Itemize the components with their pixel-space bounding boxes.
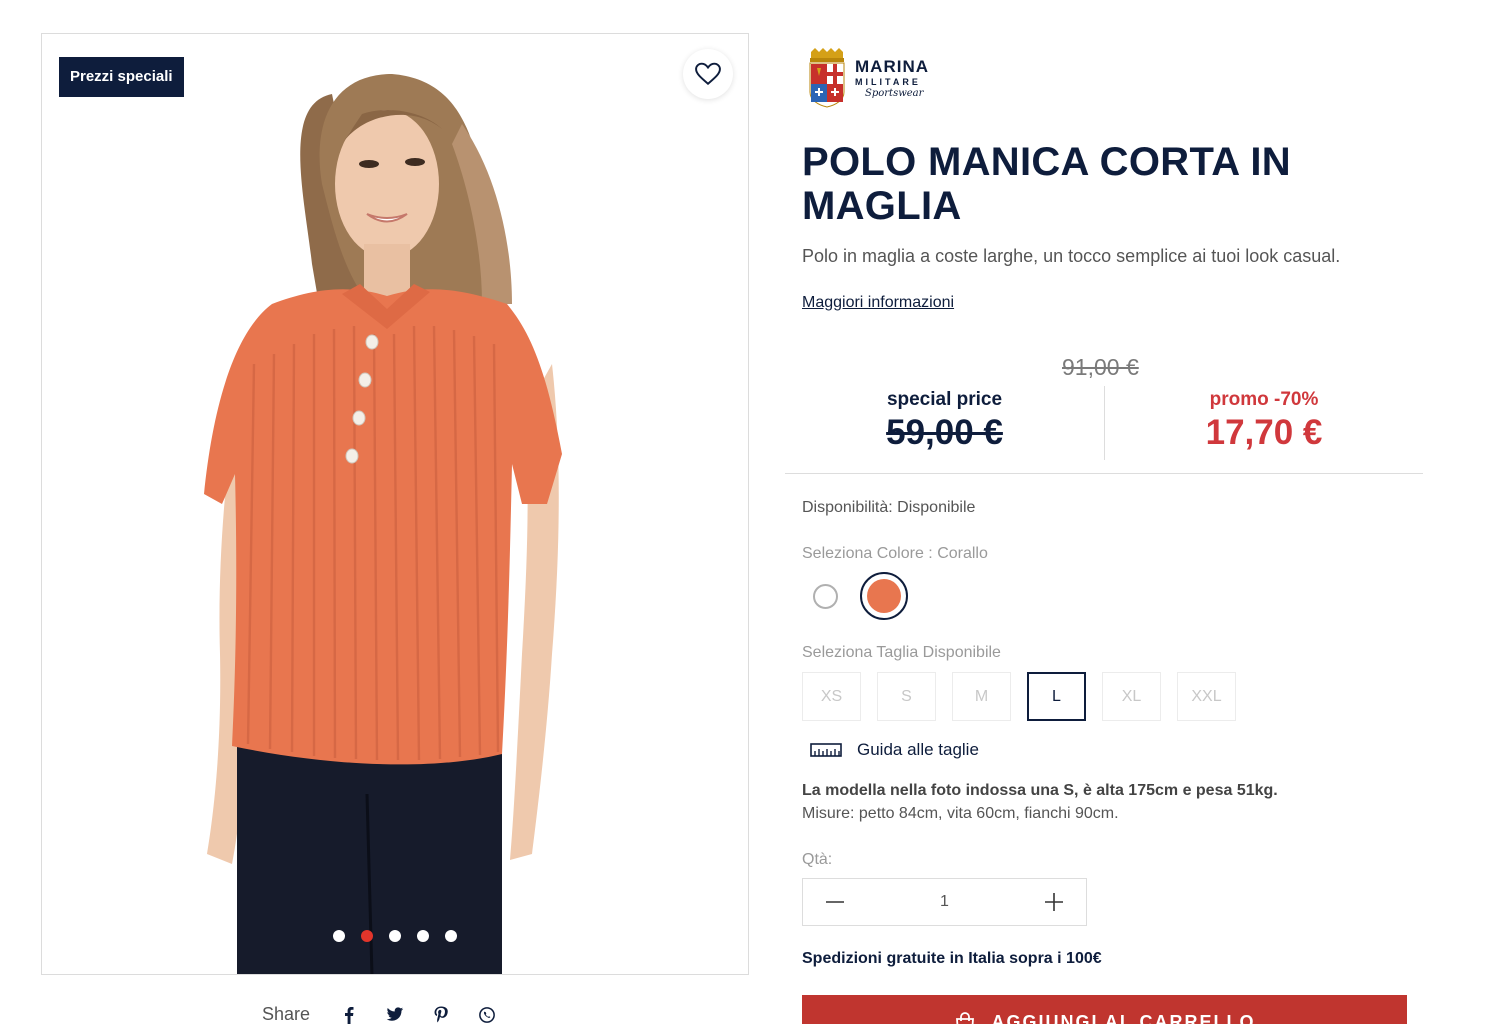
size-option-xl[interactable]: XL: [1102, 672, 1161, 721]
availability-text: Disponibilità: Disponibile: [802, 499, 976, 516]
product-image: [204, 74, 562, 974]
color-swatch-coral-fill: [867, 579, 901, 613]
special-price-value: 59,00 €: [886, 413, 1003, 452]
color-swatch-white[interactable]: [813, 583, 838, 609]
size-label: Seleziona Taglia Disponibile: [802, 644, 1001, 661]
whatsapp-icon[interactable]: [478, 1006, 496, 1024]
brand-name: MARINA: [855, 56, 929, 76]
minus-icon: [826, 901, 844, 903]
more-info-link[interactable]: Maggiori informazioni: [802, 294, 954, 312]
product-title: POLO MANICA CORTA IN MAGLIA: [802, 140, 1291, 228]
twitter-icon[interactable]: [386, 1006, 404, 1024]
size-option-xxl[interactable]: XXL: [1177, 672, 1236, 721]
size-option-xs[interactable]: XS: [802, 672, 861, 721]
original-price: 91,00 €: [1062, 354, 1139, 380]
shopping-bag-icon: [955, 1012, 974, 1024]
promo-label: promo -70%: [1209, 389, 1319, 410]
product-description: Polo in maglia a coste larghe, un tocco …: [802, 246, 1341, 266]
brand-logo[interactable]: MARINA MILITARE Sportswear: [805, 48, 929, 108]
promo-price-column: promo -70% 17,70 €: [1104, 386, 1423, 460]
model-info: La modella nella foto indossa una S, è a…: [802, 782, 1278, 799]
quantity-label: Qtà:: [802, 851, 833, 868]
crest-icon: [809, 48, 845, 108]
size-option-l-selected[interactable]: L: [1027, 672, 1086, 721]
special-price-label: special price: [886, 389, 1003, 410]
heart-icon: [695, 62, 721, 86]
special-price-badge: Prezzi speciali: [59, 57, 184, 97]
carousel-dot[interactable]: [389, 930, 401, 942]
product-gallery[interactable]: Prezzi speciali: [41, 33, 749, 975]
color-swatch-coral-selected[interactable]: [860, 572, 908, 620]
brand-script: Sportswear: [865, 87, 924, 99]
brand-subtitle: MILITARE: [855, 76, 921, 87]
carousel-dot[interactable]: [333, 930, 345, 942]
pinterest-icon[interactable]: [432, 1005, 450, 1024]
special-price-column: special price 59,00 €: [785, 386, 1104, 453]
wishlist-button[interactable]: [683, 49, 733, 99]
color-swatches: [802, 572, 908, 620]
size-guide-link[interactable]: Guida alle taglie: [810, 740, 979, 760]
color-label: Seleziona Colore : Corallo: [802, 545, 988, 562]
quantity-value[interactable]: 1: [940, 893, 949, 911]
size-option-s[interactable]: S: [877, 672, 936, 721]
carousel-dot[interactable]: [417, 930, 429, 942]
carousel-dot[interactable]: [445, 930, 457, 942]
size-option-m[interactable]: M: [952, 672, 1011, 721]
carousel-dot-active[interactable]: [361, 930, 373, 942]
share-label: Share: [262, 1004, 311, 1024]
size-options: XS S M L XL XXL: [802, 672, 1236, 721]
add-to-cart-label: AGGIUNGI AL CARRELLO: [991, 1012, 1256, 1024]
share-bar: Share: [262, 1004, 496, 1024]
model-measures: Misure: petto 84cm, vita 60cm, fianchi 9…: [802, 805, 1119, 822]
carousel-dots: [42, 930, 748, 942]
shipping-notice: Spedizioni gratuite in Italia sopra i 10…: [802, 950, 1102, 967]
price-box: special price 59,00 € promo -70% 17,70 €: [785, 386, 1423, 474]
decrease-quantity-button[interactable]: [823, 890, 847, 914]
promo-price-value: 17,70 €: [1205, 413, 1323, 452]
increase-quantity-button[interactable]: [1042, 890, 1066, 914]
facebook-icon[interactable]: [340, 1006, 358, 1024]
ruler-icon: [810, 743, 842, 757]
size-guide-label: Guida alle taglie: [857, 740, 979, 759]
quantity-stepper: 1: [802, 878, 1087, 926]
add-to-cart-button[interactable]: AGGIUNGI AL CARRELLO: [802, 995, 1407, 1024]
plus-icon: [1045, 893, 1063, 911]
